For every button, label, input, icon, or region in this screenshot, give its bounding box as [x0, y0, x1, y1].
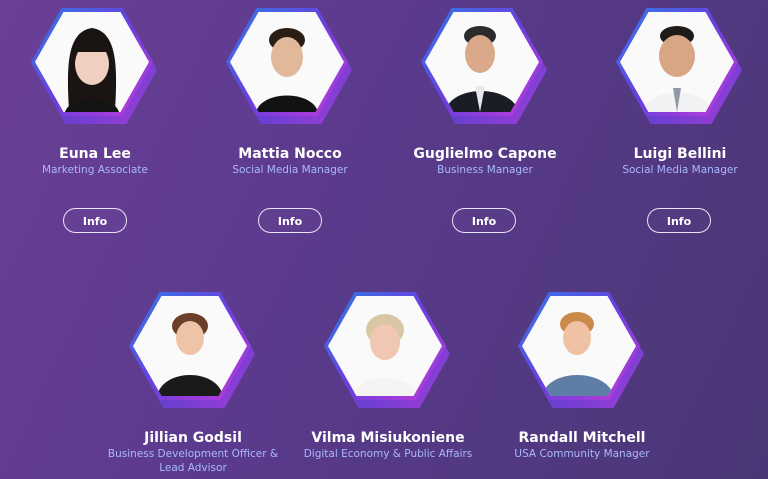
avatar-hexagon [616, 8, 744, 126]
team-card-vilma-misiukoniene: Vilma Misiukoniene Digital Economy & Pub… [293, 292, 483, 461]
info-button[interactable]: Info [63, 208, 127, 233]
info-button[interactable]: Info [452, 208, 516, 233]
info-button[interactable]: Info [647, 208, 711, 233]
member-role: USA Community Manager [514, 448, 650, 460]
team-card-guglielmo-capone: Guglielmo Capone Business Manager [390, 8, 580, 177]
team-card-euna-lee: Euna Lee Marketing Associate [0, 8, 190, 177]
member-name: Luigi Bellini [633, 146, 727, 162]
avatar-hexagon [31, 8, 159, 126]
member-role: Business Manager [437, 164, 533, 176]
member-role: Social Media Manager [232, 164, 348, 176]
team-card-mattia-nocco: Mattia Nocco Social Media Manager [195, 8, 385, 177]
avatar-hexagon [129, 292, 257, 410]
avatar-hexagon [421, 8, 549, 126]
member-name: Mattia Nocco [238, 146, 342, 162]
member-name: Euna Lee [59, 146, 131, 162]
avatar-hexagon [518, 292, 646, 410]
member-role: Social Media Manager [622, 164, 738, 176]
member-name: Vilma Misiukoniene [311, 430, 465, 446]
member-name: Randall Mitchell [518, 430, 646, 446]
team-card-luigi-bellini: Luigi Bellini Social Media Manager [585, 8, 768, 177]
team-card-randall-mitchell: Randall Mitchell USA Community Manager [487, 292, 677, 461]
member-role: Marketing Associate [42, 164, 148, 176]
member-name: Guglielmo Capone [413, 146, 557, 162]
member-name: Jillian Godsil [144, 430, 242, 446]
info-button[interactable]: Info [258, 208, 322, 233]
avatar-hexagon [226, 8, 354, 126]
team-card-jillian-godsil: Jillian Godsil Business Development Offi… [98, 292, 288, 475]
member-role: Digital Economy & Public Affairs [303, 448, 473, 460]
member-role: Business Development Officer & Lead Advi… [107, 448, 279, 474]
avatar-hexagon [324, 292, 452, 410]
